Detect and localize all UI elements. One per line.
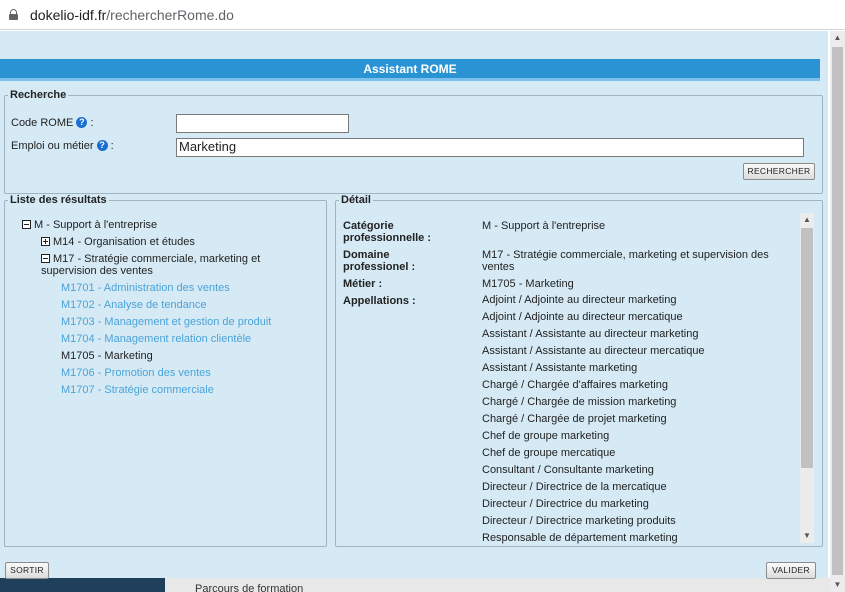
- emploi-input[interactable]: Marketing: [176, 138, 804, 157]
- appellation-item: Chargé / Chargée d'affaires marketing: [482, 379, 668, 391]
- valider-button[interactable]: VALIDER: [766, 562, 816, 579]
- background-partial-text: Parcours de formation: [195, 583, 304, 592]
- tree-leaf-m1704[interactable]: M1704 - Management relation clientèle: [61, 333, 251, 345]
- scroll-up-arrow-icon[interactable]: ▲: [800, 213, 814, 227]
- collapse-icon[interactable]: [22, 220, 31, 229]
- appellation-item: Directeur / Directrice marketing produit…: [482, 515, 676, 527]
- categorie-value: M - Support à l'entreprise: [482, 220, 606, 232]
- url-path: /rechercherRome.do: [106, 7, 234, 23]
- background-page-strip: Parcours de formation: [0, 578, 845, 592]
- url-domain: dokelio-idf.fr: [30, 7, 107, 23]
- appellations-label: Appellations :: [343, 295, 416, 307]
- appellation-item: Responsable de département marketing: [482, 532, 678, 544]
- domaine-label: Domaine professionel :: [343, 249, 416, 273]
- page-scroll-thumb[interactable]: [832, 47, 843, 575]
- search-legend: Recherche: [10, 89, 67, 101]
- tree-node-root[interactable]: M - Support à l'entreprise: [22, 219, 157, 231]
- tree-leaf-m1706[interactable]: M1706 - Promotion des ventes: [61, 367, 211, 379]
- help-icon[interactable]: ?: [96, 140, 108, 151]
- tree-node-m17[interactable]: M17 - Stratégie commerciale, marketing e…: [41, 253, 260, 265]
- appellation-item: Chargé / Chargée de mission marketing: [482, 396, 677, 408]
- rome-assistant-dialog: Assistant ROME Recherche Code ROME ? : E…: [0, 31, 828, 579]
- expand-icon[interactable]: [41, 237, 50, 246]
- dialog-title: Assistant ROME: [0, 59, 820, 81]
- appellation-item: Chargé / Chargée de projet marketing: [482, 413, 667, 425]
- background-sidebar: [0, 578, 165, 592]
- appellation-item: Consultant / Consultante marketing: [482, 464, 654, 476]
- tree-leaf-m1701[interactable]: M1701 - Administration des ventes: [61, 282, 230, 294]
- appellation-item: Chef de groupe marketing: [482, 430, 610, 442]
- url-text[interactable]: dokelio-idf.fr/rechercherRome.do: [30, 7, 234, 23]
- help-icon[interactable]: ?: [76, 117, 88, 128]
- metier-value: M1705 - Marketing: [482, 278, 574, 290]
- appellation-item: Assistant / Assistante au directeur mark…: [482, 328, 699, 340]
- emploi-label: Emploi ou métier ? :: [11, 140, 114, 152]
- scroll-down-arrow-icon[interactable]: ▼: [800, 529, 814, 543]
- appellation-item: Adjoint / Adjointe au directeur mercatiq…: [482, 311, 683, 323]
- tree-node-m14[interactable]: M14 - Organisation et études: [41, 236, 195, 248]
- code-rome-input[interactable]: [176, 114, 349, 133]
- page-scrollbar[interactable]: ▲ ▼: [830, 31, 845, 592]
- sortir-button[interactable]: SORTIR: [5, 562, 49, 579]
- detail-legend: Détail: [341, 194, 371, 206]
- browser-address-bar[interactable]: dokelio-idf.fr/rechercherRome.do: [0, 0, 845, 30]
- tree-node-m17-cont[interactable]: supervision des ventes: [41, 265, 153, 277]
- appellation-item: Assistant / Assistante au directeur merc…: [482, 345, 705, 357]
- appellation-item: Chef de groupe mercatique: [482, 447, 616, 459]
- tree-leaf-m1707[interactable]: M1707 - Stratégie commerciale: [61, 384, 214, 396]
- categorie-label: Catégorie professionnelle :: [343, 220, 432, 244]
- tree-leaf-m1705[interactable]: M1705 - Marketing: [61, 350, 153, 362]
- collapse-icon[interactable]: [41, 254, 50, 263]
- page-scroll-down-arrow-icon[interactable]: ▼: [830, 578, 845, 592]
- tree-leaf-m1703[interactable]: M1703 - Management et gestion de produit: [61, 316, 271, 328]
- code-rome-label: Code ROME ? :: [11, 117, 94, 129]
- appellation-item: Directeur / Directrice du marketing: [482, 498, 649, 510]
- page-scroll-up-arrow-icon[interactable]: ▲: [830, 31, 845, 45]
- appellation-item: Adjoint / Adjointe au directeur marketin…: [482, 294, 677, 306]
- results-legend: Liste des résultats: [10, 194, 107, 206]
- tree-leaf-m1702[interactable]: M1702 - Analyse de tendance: [61, 299, 207, 311]
- appellation-item: Assistant / Assistante marketing: [482, 362, 638, 374]
- rechercher-button[interactable]: RECHERCHER: [743, 163, 815, 180]
- domaine-value: M17 - Stratégie commerciale, marketing e…: [482, 249, 769, 273]
- lock-icon: [9, 9, 18, 20]
- metier-label: Métier :: [343, 278, 383, 290]
- scroll-thumb[interactable]: [801, 228, 813, 468]
- appellation-item: Directeur / Directrice de la mercatique: [482, 481, 667, 493]
- detail-scrollbar[interactable]: ▲ ▼: [800, 213, 814, 543]
